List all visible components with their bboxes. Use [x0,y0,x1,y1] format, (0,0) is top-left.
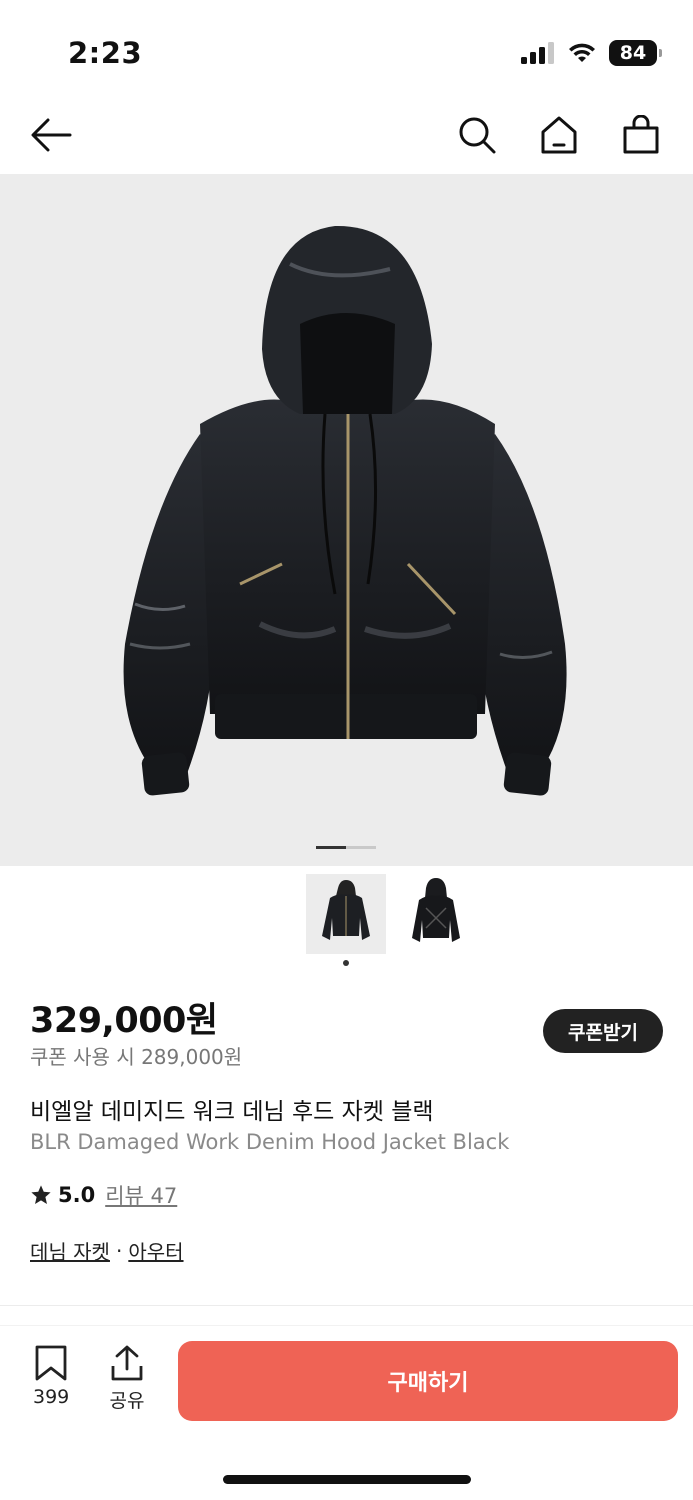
wifi-icon [569,43,595,62]
jacket-thumbnail-front [322,880,370,940]
battery-indicator: 84 [609,40,662,66]
product-title-en: BLR Damaged Work Denim Hood Jacket Black [30,1130,510,1154]
product-image-carousel[interactable] [0,174,693,866]
thumbnail-selected-dot [343,960,349,966]
category-breadcrumb: 데님 자켓 · 아우터 [30,1236,184,1265]
product-title-ko: 비엘알 데미지드 워크 데님 후드 자켓 블랙 [30,1099,434,1125]
thumbnail-strip [306,874,476,954]
status-icons: 84 [521,40,662,66]
coupon-price: 쿠폰 사용 시 289,000원 [30,1045,243,1069]
bottom-action-bar: 399 공유 구매하기 [0,1326,693,1436]
jacket-thumbnail-back [412,878,460,942]
indicator-active [316,846,346,849]
home-indicator [223,1475,471,1484]
status-time: 2:23 [68,36,143,70]
divider [0,1305,693,1306]
buy-button[interactable]: 구매하기 [178,1341,678,1421]
thumbnail-back[interactable] [396,874,476,954]
shopping-bag-icon [623,115,659,154]
home-button[interactable] [534,110,584,160]
top-navigation [0,100,693,174]
jacket-product-image [123,225,567,796]
signal-icon [521,42,554,64]
share-label: 공유 [109,1390,145,1412]
search-icon [459,117,496,154]
indicator-inactive [346,846,376,849]
carousel-indicator [316,846,376,849]
share-button[interactable]: 공유 [109,1344,145,1413]
back-button[interactable] [26,110,76,160]
thumbnail-front[interactable] [306,874,386,954]
back-arrow-icon [31,118,72,152]
cart-button[interactable] [616,110,666,160]
coupon-button[interactable]: 쿠폰받기 [543,1009,663,1053]
star-icon [31,1185,51,1204]
review-link[interactable]: 리뷰 47 [105,1180,177,1210]
home-icon [541,116,577,154]
rating-row: 5.0 리뷰 47 [30,1180,177,1210]
bookmark-icon [35,1345,67,1381]
search-button[interactable] [452,110,502,160]
bookmark-button[interactable]: 399 [33,1344,69,1408]
rating-value: 5.0 [58,1183,96,1207]
bookmark-count: 399 [33,1386,70,1408]
category-link-outer[interactable]: 아우터 [128,1236,183,1265]
category-link-denim-jacket[interactable]: 데님 자켓 [30,1236,110,1265]
share-icon [111,1345,143,1381]
category-separator: · [115,1238,123,1263]
status-bar: 2:23 84 [0,0,693,100]
product-price: 329,000원 [30,1001,218,1041]
